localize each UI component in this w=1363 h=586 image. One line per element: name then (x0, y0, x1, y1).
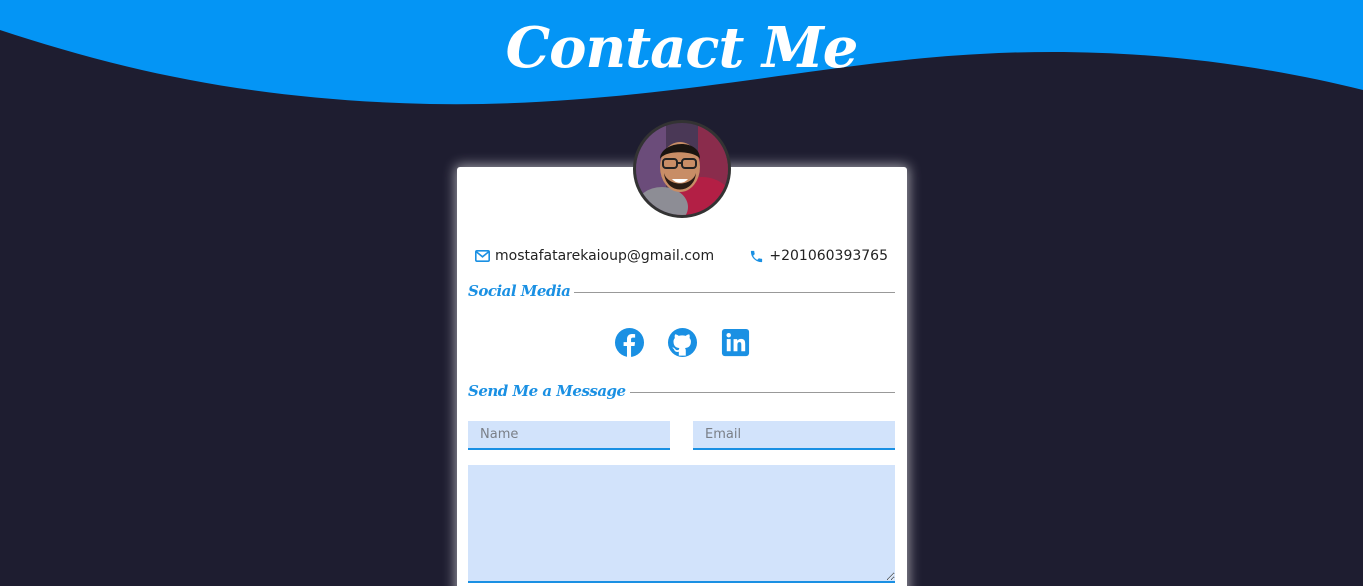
send-message-heading: Send Me a Message (468, 382, 895, 400)
phone-icon (751, 250, 763, 262)
phone-contact[interactable]: +201060393765 (749, 248, 888, 264)
social-media-divider (574, 291, 895, 293)
github-icon (667, 327, 697, 358)
email-input[interactable] (693, 421, 895, 450)
send-message-divider (629, 391, 895, 393)
social-links (457, 327, 907, 358)
message-textarea[interactable] (468, 465, 895, 583)
email-contact[interactable]: mostafatarekaioup@gmail.com (475, 248, 714, 264)
social-media-heading: Social Media (468, 282, 895, 300)
facebook-icon (614, 327, 644, 358)
social-media-heading-label: Social Media (468, 282, 571, 300)
github-link[interactable] (667, 327, 698, 358)
facebook-link[interactable] (614, 327, 645, 358)
phone-text: +201060393765 (769, 248, 888, 264)
profile-photo-icon (636, 123, 728, 215)
profile-avatar (633, 120, 731, 218)
page-title: Contact Me (505, 15, 859, 81)
contact-info-row: mostafatarekaioup@gmail.com +20106039376… (475, 245, 888, 267)
name-input[interactable] (468, 421, 670, 450)
contact-card: mostafatarekaioup@gmail.com +20106039376… (457, 167, 907, 586)
linkedin-icon (721, 328, 749, 357)
contact-page: Contact Me mostafatarekaioup@gmail.com +… (0, 0, 1363, 586)
send-message-heading-label: Send Me a Message (468, 382, 626, 400)
email-text: mostafatarekaioup@gmail.com (495, 248, 715, 264)
envelope-icon (475, 250, 490, 262)
linkedin-link[interactable] (720, 327, 751, 358)
